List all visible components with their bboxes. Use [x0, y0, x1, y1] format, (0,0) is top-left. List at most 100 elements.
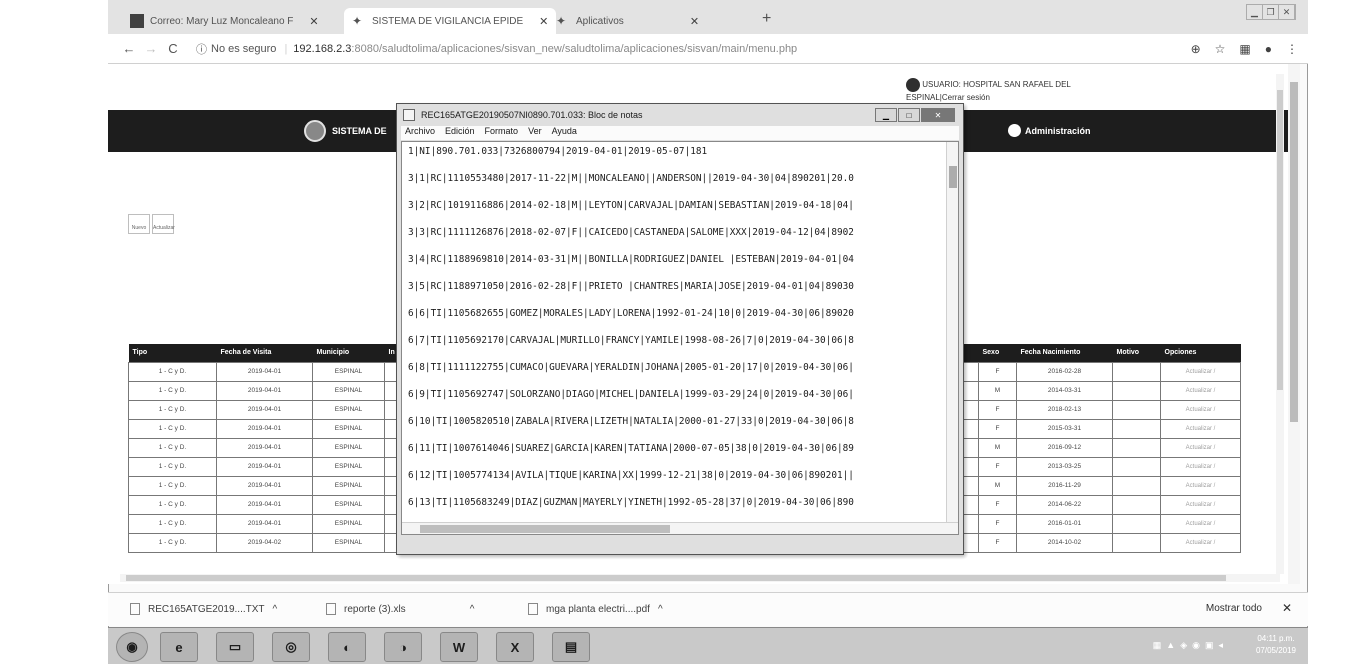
- col-opciones[interactable]: Opciones: [1160, 344, 1241, 362]
- cell-opciones[interactable]: Actualizar /: [1160, 513, 1241, 534]
- admin-menu[interactable]: Administración: [1008, 124, 1091, 137]
- col-fecha[interactable]: Fecha de Visita: [216, 344, 313, 362]
- menu-ayuda[interactable]: Ayuda: [552, 126, 577, 140]
- close-button[interactable]: ✕: [921, 108, 955, 122]
- col-tipo[interactable]: Tipo: [128, 344, 217, 362]
- cell-opciones[interactable]: Actualizar /: [1160, 494, 1241, 515]
- explorer-icon[interactable]: ▭: [216, 632, 254, 662]
- menu-archivo[interactable]: Archivo: [405, 126, 435, 140]
- media-icon[interactable]: ◎: [272, 632, 310, 662]
- cell-fecha: 2019-04-01: [216, 418, 313, 439]
- cell-municipio: ESPINAL: [312, 513, 385, 534]
- menu-formato[interactable]: Formato: [485, 126, 519, 140]
- scroll-thumb[interactable]: [126, 575, 1226, 581]
- download-item-pdf[interactable]: mga planta electri....pdf ^: [528, 603, 663, 615]
- col-municipio[interactable]: Municipio: [312, 344, 385, 362]
- url-field[interactable]: 192.168.2.3:8080/saludtolima/aplicacione…: [293, 43, 797, 55]
- notepad-vertical-scrollbar[interactable]: [946, 142, 958, 522]
- cell-opciones[interactable]: Actualizar /: [1160, 399, 1241, 420]
- menu-edicion[interactable]: Edición: [445, 126, 475, 140]
- col-nacimiento[interactable]: Fecha Nacimiento: [1016, 344, 1113, 362]
- close-window-button[interactable]: ✕: [1279, 5, 1295, 19]
- clock[interactable]: 04:11 p.m. 07/05/2019: [1256, 633, 1296, 657]
- cell-opciones[interactable]: Actualizar /: [1160, 475, 1241, 496]
- scroll-thumb[interactable]: [1277, 90, 1283, 390]
- logo-icon: [304, 120, 326, 142]
- cell-opciones[interactable]: Actualizar /: [1160, 437, 1241, 458]
- excel-icon[interactable]: X: [496, 632, 534, 662]
- cell-opciones[interactable]: Actualizar /: [1160, 532, 1241, 553]
- back-icon[interactable]: ←: [118, 41, 140, 56]
- download-item-xls[interactable]: reporte (3).xls ^: [326, 603, 474, 615]
- new-button[interactable]: Nuevo: [128, 214, 150, 234]
- maximize-button[interactable]: ❐: [1263, 5, 1279, 19]
- cell-municipio: ESPINAL: [312, 380, 385, 401]
- close-icon[interactable]: ✕: [1282, 601, 1292, 615]
- cell-opciones[interactable]: Actualizar /: [1160, 418, 1241, 439]
- cell-opciones[interactable]: Actualizar /: [1160, 456, 1241, 477]
- text-lines: 1|NI|890.701.033|7326800794|2019-04-01|2…: [408, 146, 854, 534]
- system-tray[interactable]: ▦▲◈◉▣◂: [1153, 640, 1228, 651]
- close-icon[interactable]: ✕: [309, 15, 318, 28]
- tab-label: Correo: Mary Luz Moncaleano F: [150, 15, 294, 27]
- browser-icon[interactable]: ◑: [384, 632, 422, 662]
- resize-grip[interactable]: [947, 538, 959, 550]
- scroll-thumb[interactable]: [420, 525, 670, 533]
- maximize-button[interactable]: □: [898, 108, 920, 122]
- start-button[interactable]: ◉: [116, 632, 148, 662]
- cell-sexo: F: [978, 418, 1017, 439]
- minimize-button[interactable]: ▁: [875, 108, 897, 122]
- notepad-menubar: Archivo Edición Formato Ver Ayuda: [401, 126, 959, 140]
- security-label[interactable]: No es seguro: [211, 43, 276, 55]
- scroll-thumb[interactable]: [1290, 82, 1298, 422]
- chevron-up-icon[interactable]: ^: [658, 604, 663, 615]
- page-scrollbar[interactable]: [1288, 64, 1300, 584]
- new-tab-button[interactable]: +: [762, 10, 771, 28]
- download-item-txt[interactable]: REC165ATGE2019....TXT ^: [130, 603, 277, 615]
- chevron-up-icon[interactable]: ^: [273, 604, 278, 615]
- close-icon[interactable]: ✕: [690, 15, 699, 28]
- notepad-horizontal-scrollbar[interactable]: [402, 522, 958, 534]
- menu-icon[interactable]: ⋮: [1286, 42, 1298, 56]
- menu-ver[interactable]: Ver: [528, 126, 542, 140]
- text-line: 6|7|TI|1105692170|CARVAJAL|MURILLO|FRANC…: [408, 335, 854, 346]
- minimize-button[interactable]: ▁: [1247, 5, 1263, 19]
- cell-opciones[interactable]: Actualizar /: [1160, 361, 1241, 382]
- notepad-text-area[interactable]: 1|NI|890.701.033|7326800794|2019-04-01|2…: [401, 141, 959, 535]
- cell-tipo: 1 - C y D.: [128, 513, 217, 534]
- ie-icon[interactable]: e: [160, 632, 198, 662]
- cell-nacimiento: 2016-02-28: [1016, 361, 1113, 382]
- update-button[interactable]: Actualizar: [152, 214, 175, 234]
- text-line: 3|3|RC|1111126876|2018-02-07|F||CAICEDO|…: [408, 227, 854, 238]
- reload-icon[interactable]: C: [162, 41, 184, 56]
- notepad-task-icon[interactable]: ▤: [552, 632, 590, 662]
- horizontal-scrollbar[interactable]: [120, 574, 1280, 582]
- cell-fecha: 2019-04-01: [216, 361, 313, 382]
- profile-icon[interactable]: ●: [1265, 42, 1272, 56]
- close-icon[interactable]: ✕: [539, 15, 548, 28]
- show-all-button[interactable]: Mostrar todo: [1206, 603, 1262, 614]
- col-motivo[interactable]: Motivo: [1112, 344, 1161, 362]
- scroll-thumb[interactable]: [949, 166, 957, 188]
- cell-fecha: 2019-04-01: [216, 456, 313, 477]
- star-icon[interactable]: ☆: [1215, 42, 1226, 56]
- zoom-icon[interactable]: ⊕: [1191, 42, 1201, 56]
- notepad-window-controls: ▁ □ ✕: [875, 108, 955, 122]
- extension-icon[interactable]: ▦: [1239, 42, 1250, 56]
- col-sexo[interactable]: Sexo: [978, 344, 1017, 362]
- cell-sexo: M: [978, 437, 1017, 458]
- cell-opciones[interactable]: Actualizar /: [1160, 380, 1241, 401]
- chrome-icon[interactable]: ◐: [328, 632, 366, 662]
- chevron-up-icon[interactable]: ^: [470, 604, 475, 615]
- word-icon[interactable]: W: [440, 632, 478, 662]
- brand[interactable]: SISTEMA DE: [304, 120, 387, 142]
- info-icon[interactable]: ⓘ: [196, 41, 207, 57]
- tab-sisvan[interactable]: ✦ SISTEMA DE VIGILANCIA EPIDE ✕: [344, 8, 557, 34]
- tab-correo[interactable]: Correo: Mary Luz Moncaleano F ✕: [122, 8, 327, 34]
- user-location: ESPINAL: [906, 93, 940, 102]
- vertical-scrollbar[interactable]: [1276, 74, 1284, 574]
- cell-nacimiento: 2016-11-29: [1016, 475, 1113, 496]
- forward-icon[interactable]: →: [140, 41, 162, 56]
- logout-link[interactable]: |Cerrar sesión: [940, 93, 990, 102]
- tab-aplicativos[interactable]: ✦ Aplicativos ✕: [548, 8, 707, 34]
